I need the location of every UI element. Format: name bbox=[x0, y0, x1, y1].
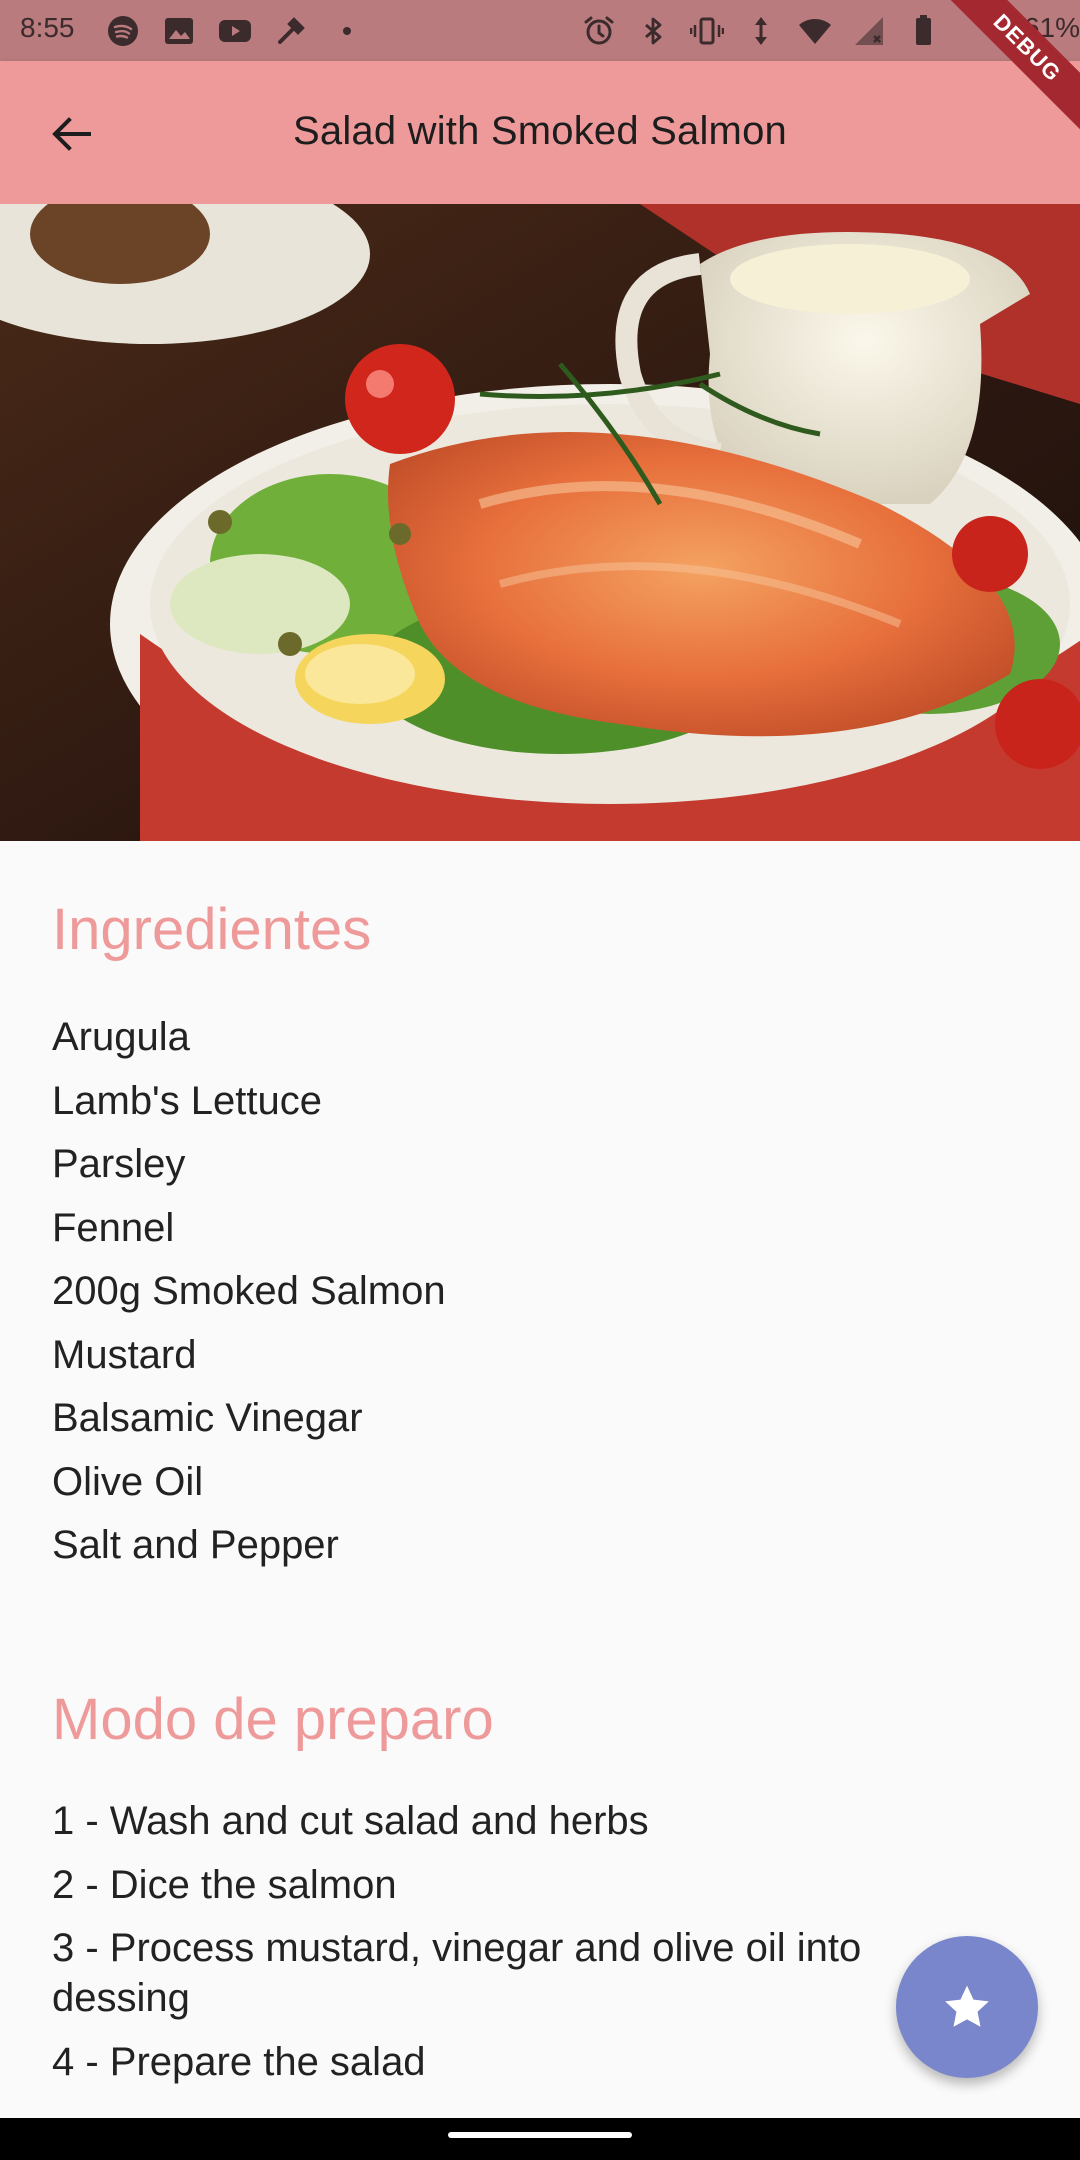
ingredient-item: Parsley bbox=[52, 1142, 186, 1186]
star-icon bbox=[945, 1985, 989, 2027]
app-bar: Salad with Smoked Salmon bbox=[0, 61, 1080, 204]
alarm-icon bbox=[582, 14, 616, 48]
page-title: Salad with Smoked Salmon bbox=[293, 109, 787, 153]
signal-icon bbox=[852, 14, 886, 48]
status-time: 8:55 bbox=[20, 12, 75, 43]
ingredient-item: 200g Smoked Salmon bbox=[52, 1269, 446, 1313]
youtube-icon bbox=[218, 14, 252, 48]
ingredients-list: Arugula Lamb's Lettuce Parsley Fennel 20… bbox=[52, 1006, 446, 1578]
ingredient-item: Fennel bbox=[52, 1205, 175, 1250]
wifi-icon bbox=[798, 14, 832, 48]
battery-icon bbox=[906, 14, 940, 48]
preparation-step: 4 - Prepare the salad bbox=[52, 2039, 426, 2084]
ingredients-title: Ingredientes bbox=[52, 897, 372, 962]
system-navigation-bar bbox=[0, 2118, 1080, 2160]
ingredient-item: Balsamic Vinegar bbox=[52, 1396, 363, 1440]
ingredient-item: Mustard bbox=[52, 1332, 197, 1377]
preparation-title: Modo de preparo bbox=[52, 1687, 494, 1752]
status-notification-icons bbox=[106, 14, 364, 48]
spotify-icon bbox=[106, 14, 140, 48]
vibrate-icon bbox=[690, 14, 724, 48]
favorite-fab-button[interactable] bbox=[896, 1936, 1038, 2078]
ingredient-item: Olive Oil bbox=[52, 1459, 204, 1504]
dot-icon bbox=[330, 14, 364, 48]
preparation-step: 2 - Dice the salmon bbox=[52, 1862, 397, 1907]
preparation-step: 3 - Process mustard, vinegar and olive o… bbox=[52, 1926, 862, 2020]
status-system-icons bbox=[582, 14, 940, 48]
bluetooth-icon bbox=[636, 14, 670, 48]
preparation-steps-list: 1 - Wash and cut salad and herbs 2 - Dic… bbox=[52, 1796, 952, 2100]
tools-icon bbox=[274, 14, 308, 48]
ingredient-item: Arugula bbox=[52, 1015, 190, 1059]
ingredient-item: Salt and Pepper bbox=[52, 1523, 339, 1567]
preparation-step: 1 - Wash and cut salad and herbs bbox=[52, 1799, 649, 1843]
recipe-image bbox=[0, 204, 1080, 841]
status-bar: 8:55 61% bbox=[0, 0, 1080, 61]
image-icon bbox=[162, 14, 196, 48]
home-gesture-handle[interactable] bbox=[448, 2132, 632, 2138]
ingredient-item: Lamb's Lettuce bbox=[52, 1078, 323, 1123]
data-arrows-icon bbox=[744, 14, 778, 48]
